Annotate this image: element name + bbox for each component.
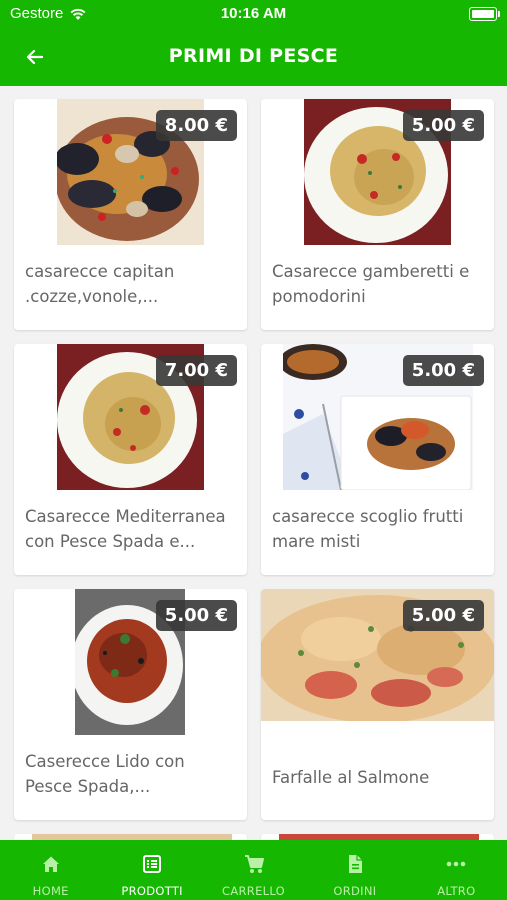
tab-label: ALTRO [437,884,476,898]
product-list[interactable]: 8.00 € casarecce capitan .cozze,vonole,.… [0,86,507,840]
tab-label: CARRELLO [222,884,286,898]
price-badge: 5.00 € [155,600,237,631]
tab-carrello[interactable]: CARRELLO [203,840,304,900]
list-icon [143,855,162,873]
product-card[interactable]: 5.00 € Caserecce Lido con Pesce Spada,..… [14,589,247,820]
tab-label: ORDINI [333,884,377,898]
home-icon [42,856,59,872]
product-card[interactable]: 5.00 € Farfalle al Salmone [261,589,494,820]
product-card[interactable]: 5.00 € Casarecce gamberetti e pomodorini [261,99,494,330]
tab-prodotti[interactable]: PRODOTTI [101,840,202,900]
document-icon [348,855,362,873]
battery-icon [469,7,500,21]
tab-home[interactable]: HOME [0,840,101,900]
product-card[interactable]: 8.00 € casarecce capitan .cozze,vonole,.… [14,99,247,330]
cart-icon [244,855,264,873]
product-card[interactable]: 7.00 € Casarecce Mediterranea con Pesce … [14,344,247,575]
tab-altro[interactable]: ALTRO [406,840,507,900]
product-name: Farfalle al Salmone [272,768,430,787]
page-title: PRIMI DI PESCE [168,45,339,67]
price-badge: 5.00 € [402,355,484,386]
tab-label: HOME [32,884,69,898]
product-name: casarecce scoglio frutti mare misti [272,507,464,551]
price-badge: 5.00 € [402,110,484,141]
price-badge: 7.00 € [155,355,237,386]
product-name: Casarecce gamberetti e pomodorini [272,262,470,306]
product-name: casarecce capitan .cozze,vonole,... [25,262,175,306]
more-icon [447,861,466,867]
product-card[interactable]: 5.00 € casarecce scoglio frutti mare mis… [261,344,494,575]
product-name: Casarecce Mediterranea con Pesce Spada e… [25,507,226,551]
nav-bar: PRIMI DI PESCE [0,28,507,86]
price-badge: 5.00 € [402,600,484,631]
tab-ordini[interactable]: ORDINI [304,840,405,900]
clock: 10:16 AM [220,5,287,22]
status-bar: Gestore 10:16 AM [0,0,507,28]
price-badge: 8.00 € [155,110,237,141]
tab-bar: HOME PRODOTTI CARRELLO ORDINI ALTRO [0,840,507,900]
tab-label: PRODOTTI [121,884,183,898]
product-name: Caserecce Lido con Pesce Spada,... [25,752,185,796]
